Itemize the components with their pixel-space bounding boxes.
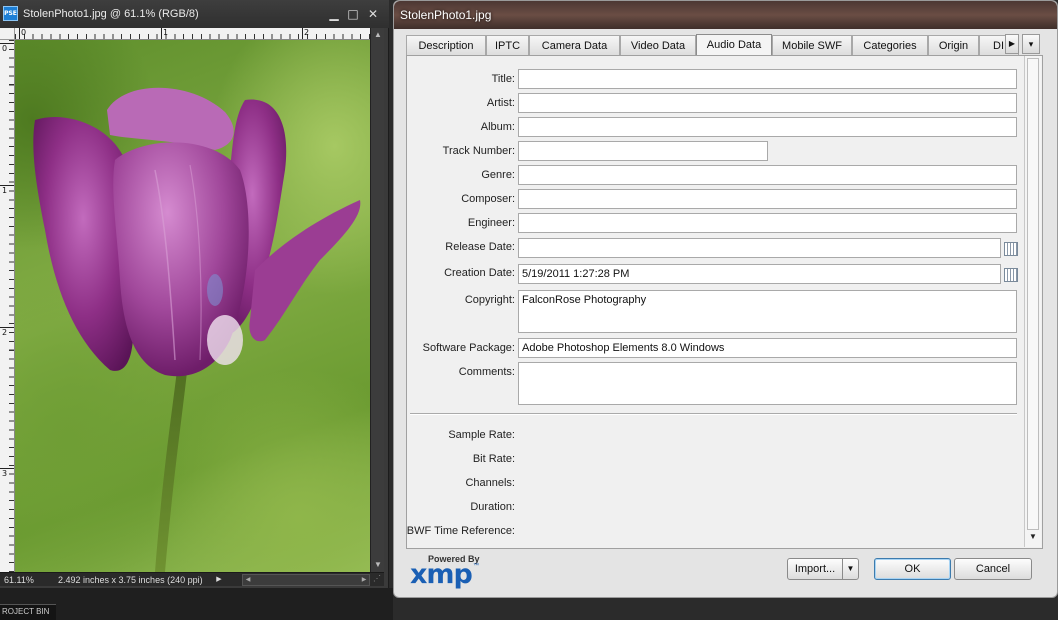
- ruler-origin[interactable]: [0, 28, 15, 40]
- scroll-up-icon[interactable]: ▲: [371, 28, 385, 42]
- copyright-label: Copyright:: [464, 294, 515, 306]
- workspace-bottom: [0, 588, 393, 620]
- genre-field[interactable]: [518, 165, 1017, 185]
- tab-bar: Description IPTC Camera Data Video Data …: [406, 34, 1043, 56]
- software-package-label: Software Package:: [422, 342, 515, 354]
- project-bin-tab[interactable]: ROJECT BIN: [0, 604, 56, 620]
- composer-field[interactable]: [518, 189, 1017, 209]
- bwf-time-reference-label: BWF Time Reference:: [406, 525, 515, 537]
- photo-canvas[interactable]: [15, 40, 370, 572]
- title-field[interactable]: [518, 69, 1017, 89]
- scroll-left-icon[interactable]: ◀: [243, 575, 253, 585]
- ruler-label: 2: [304, 28, 310, 37]
- track-number-label: Track Number:: [442, 145, 515, 157]
- creation-date-field[interactable]: 5/19/2011 1:27:28 PM: [518, 264, 1001, 284]
- calendar-icon[interactable]: [1004, 242, 1018, 256]
- tulip-photo: [33, 87, 361, 572]
- ruler-label: 2: [2, 328, 8, 337]
- channels-label: Channels:: [465, 477, 515, 489]
- minimize-icon[interactable]: ▁: [326, 6, 342, 22]
- document-title: StolenPhoto1.jpg @ 61.1% (RGB/8): [23, 8, 199, 20]
- creation-date-label: Creation Date:: [444, 267, 515, 279]
- engineer-field[interactable]: [518, 213, 1017, 233]
- document-size: 2.492 inches x 3.75 inches (240 ppi): [58, 575, 203, 585]
- horizontal-ruler[interactable]: 0 1 2: [15, 28, 370, 40]
- resize-grip-icon[interactable]: ⋰: [373, 574, 383, 584]
- bit-rate-label: Bit Rate:: [472, 453, 515, 465]
- status-menu-arrow-icon[interactable]: ▶: [213, 574, 225, 586]
- dialog-title: StolenPhoto1.jpg: [400, 8, 492, 22]
- close-icon[interactable]: ✕: [365, 6, 381, 22]
- vertical-scrollbar[interactable]: ▲ ▼: [370, 28, 384, 573]
- software-package-field[interactable]: Adobe Photoshop Elements 8.0 Windows: [518, 338, 1017, 358]
- engineer-label: Engineer:: [467, 217, 515, 229]
- scroll-down-icon[interactable]: ▼: [371, 558, 385, 572]
- panel-scrollbar[interactable]: ▼: [1024, 56, 1041, 547]
- ruler-label: 0: [21, 28, 27, 37]
- horizontal-scrollbar[interactable]: ◀ ▶: [242, 574, 370, 586]
- scroll-thumb[interactable]: [1027, 58, 1039, 530]
- scroll-down-icon[interactable]: ▼: [1027, 531, 1039, 543]
- tabs-menu-icon[interactable]: ▾: [1022, 34, 1040, 54]
- ruler-label: 3: [2, 469, 8, 478]
- document-titlebar[interactable]: PSE StolenPhoto1.jpg @ 61.1% (RGB/8) ▁ □…: [0, 0, 389, 28]
- document-window: PSE StolenPhoto1.jpg @ 61.1% (RGB/8) ▁ □…: [0, 0, 389, 612]
- ok-button[interactable]: OK: [874, 558, 951, 580]
- release-date-label: Release Date:: [445, 241, 515, 253]
- album-label: Album:: [480, 121, 515, 133]
- tab-categories[interactable]: Categories: [852, 35, 928, 55]
- file-info-dialog: StolenPhoto1.jpg Description IPTC Camera…: [393, 0, 1058, 598]
- ruler-label: 0: [2, 44, 8, 53]
- tab-audio-data[interactable]: Audio Data: [696, 34, 772, 55]
- tab-origin[interactable]: Origin: [928, 35, 979, 55]
- tabs-scroll-right-icon[interactable]: ▶: [1005, 34, 1019, 54]
- genre-label: Genre:: [481, 169, 515, 181]
- artist-field[interactable]: [518, 93, 1017, 113]
- dialog-titlebar[interactable]: StolenPhoto1.jpg: [394, 1, 1057, 29]
- comments-field[interactable]: [518, 362, 1017, 405]
- section-divider: [410, 413, 1017, 415]
- pse-app-icon: PSE: [3, 6, 18, 21]
- import-button[interactable]: Import...: [787, 558, 843, 580]
- vertical-ruler[interactable]: 0 1 2 3: [0, 40, 15, 572]
- artist-label: Artist:: [486, 97, 515, 109]
- ruler-label: 1: [163, 28, 169, 37]
- import-dropdown-icon[interactable]: ▼: [842, 558, 859, 580]
- album-field[interactable]: [518, 117, 1017, 137]
- scroll-right-icon[interactable]: ▶: [359, 575, 369, 585]
- tab-camera-data[interactable]: Camera Data: [529, 35, 620, 55]
- maximize-icon[interactable]: □: [345, 6, 361, 22]
- background-strip: [393, 598, 1058, 620]
- xmp-logo: xmp: [410, 559, 473, 590]
- calendar-icon[interactable]: [1004, 268, 1018, 282]
- status-bar: 61.11% 2.492 inches x 3.75 inches (240 p…: [0, 572, 384, 586]
- cancel-button[interactable]: Cancel: [954, 558, 1032, 580]
- copyright-field[interactable]: FalconRose Photography: [518, 290, 1017, 333]
- zoom-level-field[interactable]: 61.11%: [2, 574, 42, 586]
- duration-label: Duration:: [470, 501, 515, 513]
- release-date-field[interactable]: [518, 238, 1001, 258]
- tab-mobile-swf[interactable]: Mobile SWF: [772, 35, 852, 55]
- track-number-field[interactable]: [518, 141, 768, 161]
- sample-rate-label: Sample Rate:: [448, 429, 515, 441]
- comments-label: Comments:: [458, 366, 515, 378]
- title-label: Title:: [491, 73, 515, 85]
- tab-video-data[interactable]: Video Data: [620, 35, 696, 55]
- composer-label: Composer:: [461, 193, 515, 205]
- audio-data-panel: Title: Artist: Album: Track Number: Genr…: [406, 56, 1043, 549]
- trademark-mark: ™: [473, 563, 479, 569]
- tab-iptc[interactable]: IPTC: [486, 35, 529, 55]
- ruler-label: 1: [2, 186, 8, 195]
- tab-description[interactable]: Description: [406, 35, 486, 55]
